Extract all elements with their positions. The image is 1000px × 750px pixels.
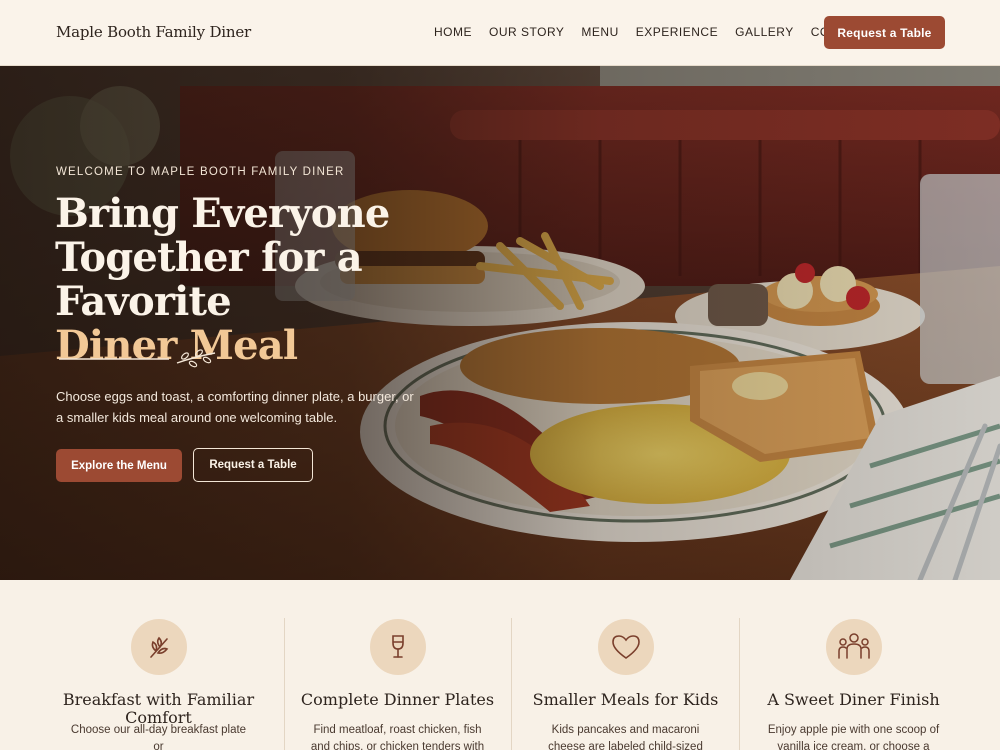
headline-line-1: Bring Everyone <box>55 190 390 237</box>
feature-card-breakfast: Breakfast with Familiar Comfort Choose o… <box>45 580 272 750</box>
sprig-divider-icon <box>59 349 216 368</box>
features-section: Breakfast with Familiar Comfort Choose o… <box>0 580 1000 750</box>
feature-card-dinner: Complete Dinner Plates Find meatloaf, ro… <box>284 580 511 750</box>
leaf-icon <box>130 619 187 675</box>
feature-title: Smaller Meals for Kids <box>532 690 719 709</box>
headline-line-2: Together for a Favorite <box>55 234 363 325</box>
feature-title: A Sweet Diner Finish <box>767 690 940 709</box>
heart-icon <box>597 619 654 675</box>
hero-section: WELCOME TO MAPLE BOOTH FAMILY DINER Brin… <box>0 66 1000 580</box>
feature-title: Complete Dinner Plates <box>300 690 495 709</box>
hero-eyebrow: WELCOME TO MAPLE BOOTH FAMILY DINER <box>56 166 345 178</box>
feature-text: Enjoy apple pie with one scoop of vanill… <box>767 724 940 750</box>
nav-link-menu[interactable]: MENU <box>581 25 618 39</box>
nav-link-our-story[interactable]: OUR STORY <box>489 25 564 39</box>
explore-menu-button[interactable]: Explore the Menu <box>56 449 182 482</box>
feature-text: Choose our all-day breakfast plate or <box>70 724 247 750</box>
request-table-hero-button[interactable]: Request a Table <box>193 448 313 482</box>
hero-description: Choose eggs and toast, a comforting dinn… <box>56 389 414 425</box>
family-icon <box>825 619 882 675</box>
wine-glass-icon <box>369 619 426 675</box>
brand-logo-text[interactable]: Maple Booth Family Diner <box>56 23 251 41</box>
nav-links: HOME OUR STORY MENU EXPERIENCE GALLERY C… <box>434 25 888 39</box>
nav-link-gallery[interactable]: GALLERY <box>735 25 794 39</box>
feature-card-kids: Smaller Meals for Kids Kids pancakes and… <box>512 580 739 750</box>
request-table-nav-button[interactable]: Request a Table <box>824 16 945 49</box>
feature-card-dessert: A Sweet Diner Finish Enjoy apple pie wit… <box>740 580 967 750</box>
feature-text: Kids pancakes and macaroni cheese are la… <box>548 724 703 750</box>
hero-headline: Bring Everyone Together for a Favorite D… <box>55 192 515 368</box>
nav-link-experience[interactable]: EXPERIENCE <box>636 25 718 39</box>
feature-text: Find meatloaf, roast chicken, fish and c… <box>310 724 485 750</box>
top-navigation: Maple Booth Family Diner HOME OUR STORY … <box>0 0 1000 66</box>
nav-link-home[interactable]: HOME <box>434 25 472 39</box>
